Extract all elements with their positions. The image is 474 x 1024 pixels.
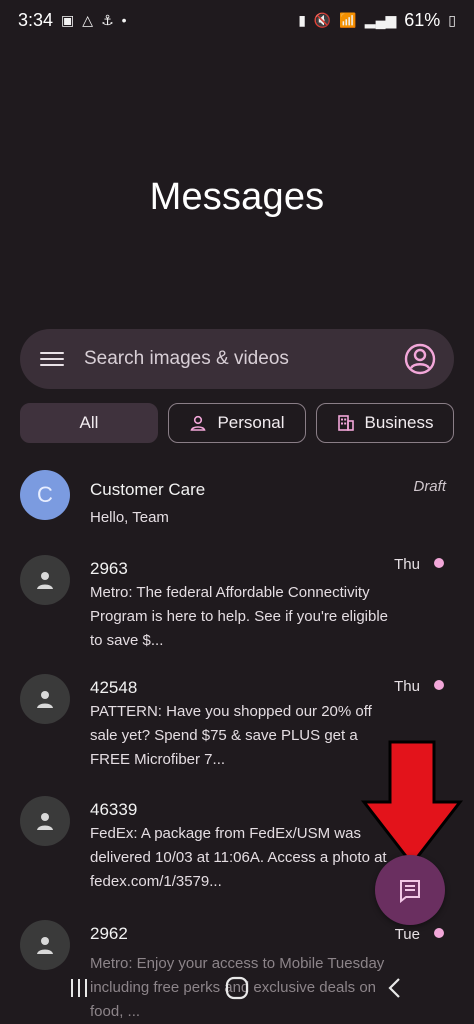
conversation-snippet: PATTERN: Have you shopped our 20% off sa…: [90, 703, 372, 768]
filter-chip-all[interactable]: All: [20, 403, 158, 443]
search-input[interactable]: Search images & videos: [84, 348, 404, 370]
recent-apps-button[interactable]: [49, 968, 109, 1008]
person-icon: [37, 813, 53, 830]
filter-chips: All Personal Business: [20, 403, 454, 443]
search-bar[interactable]: Search images & videos: [20, 329, 454, 389]
battery-saver-icon: ▮: [298, 11, 306, 28]
back-icon: [388, 978, 400, 998]
menu-icon[interactable]: [40, 350, 66, 368]
avatar: [20, 796, 70, 846]
conversation-snippet: Metro: The federal Affordable Connectivi…: [90, 584, 389, 649]
notification-icon: ▣: [61, 11, 75, 28]
conversation-name: 42548: [90, 678, 138, 697]
back-button[interactable]: [365, 968, 425, 1008]
status-time: 3:34: [18, 9, 54, 30]
signal-icon: ▂▄▆: [364, 11, 397, 28]
person-icon: [37, 572, 53, 589]
avatar: [20, 555, 70, 605]
conversation-time: Thu: [394, 556, 420, 573]
status-right: ▮ 🔇 📶 ▂▄▆ 61% ▯: [298, 10, 456, 31]
mute-icon: 🔇: [313, 11, 332, 28]
status-bar: 3:34 ▣ △ ⚓ • ▮ 🔇 📶 ▂▄▆ 61% ▯: [0, 0, 474, 40]
conversation-snippet: Hello, Team: [90, 509, 169, 526]
filter-chip-label: Personal: [217, 413, 285, 432]
system-nav-bar: [0, 960, 474, 1016]
start-chat-button[interactable]: [375, 855, 445, 925]
battery-level: 61%: [404, 9, 441, 30]
person-icon: [37, 691, 53, 708]
page-title: Messages: [149, 176, 325, 218]
filter-chip-personal[interactable]: Personal: [168, 403, 306, 443]
filter-chip-business[interactable]: Business: [316, 403, 454, 443]
compose-message-icon: [400, 880, 420, 903]
account-icon[interactable]: [404, 343, 436, 375]
avatar-letter: C: [37, 482, 53, 507]
person-icon: [37, 937, 53, 954]
home-button[interactable]: [207, 968, 267, 1008]
status-left: 3:34 ▣ △ ⚓ •: [18, 10, 127, 31]
filter-chip-label: All: [79, 413, 99, 432]
conversation-name: 2963: [90, 559, 128, 578]
unread-dot: [434, 558, 444, 568]
draft-label: Draft: [413, 478, 446, 495]
unread-dot: [434, 928, 444, 938]
wifi-icon: 📶: [339, 11, 357, 28]
avatar: [20, 674, 70, 724]
person-icon: [190, 415, 206, 431]
battery-icon: ▯: [448, 11, 456, 28]
unread-dot: [434, 680, 444, 690]
app-icon: ⚓: [101, 11, 114, 28]
recent-apps-icon: [71, 979, 87, 997]
conversation-name: 2962: [90, 924, 128, 943]
filter-chip-label: Business: [364, 413, 434, 432]
red-arrow-annotation: [360, 740, 464, 867]
avatar: C: [20, 470, 70, 520]
home-icon: [225, 976, 249, 1000]
conversation-row[interactable]: 2963 Metro: The federal Affordable Conne…: [0, 549, 474, 659]
building-icon: [337, 415, 354, 431]
conversation-time: Thu: [394, 678, 420, 695]
dot-icon: •: [121, 12, 127, 28]
conversation-snippet: FedEx: A package from FedEx/USM was deli…: [90, 825, 387, 890]
conversation-name: 46339: [90, 800, 138, 819]
conversation-time: Tue: [394, 926, 420, 943]
drive-icon: △: [82, 11, 94, 28]
conversation-name: Customer Care: [90, 480, 206, 499]
